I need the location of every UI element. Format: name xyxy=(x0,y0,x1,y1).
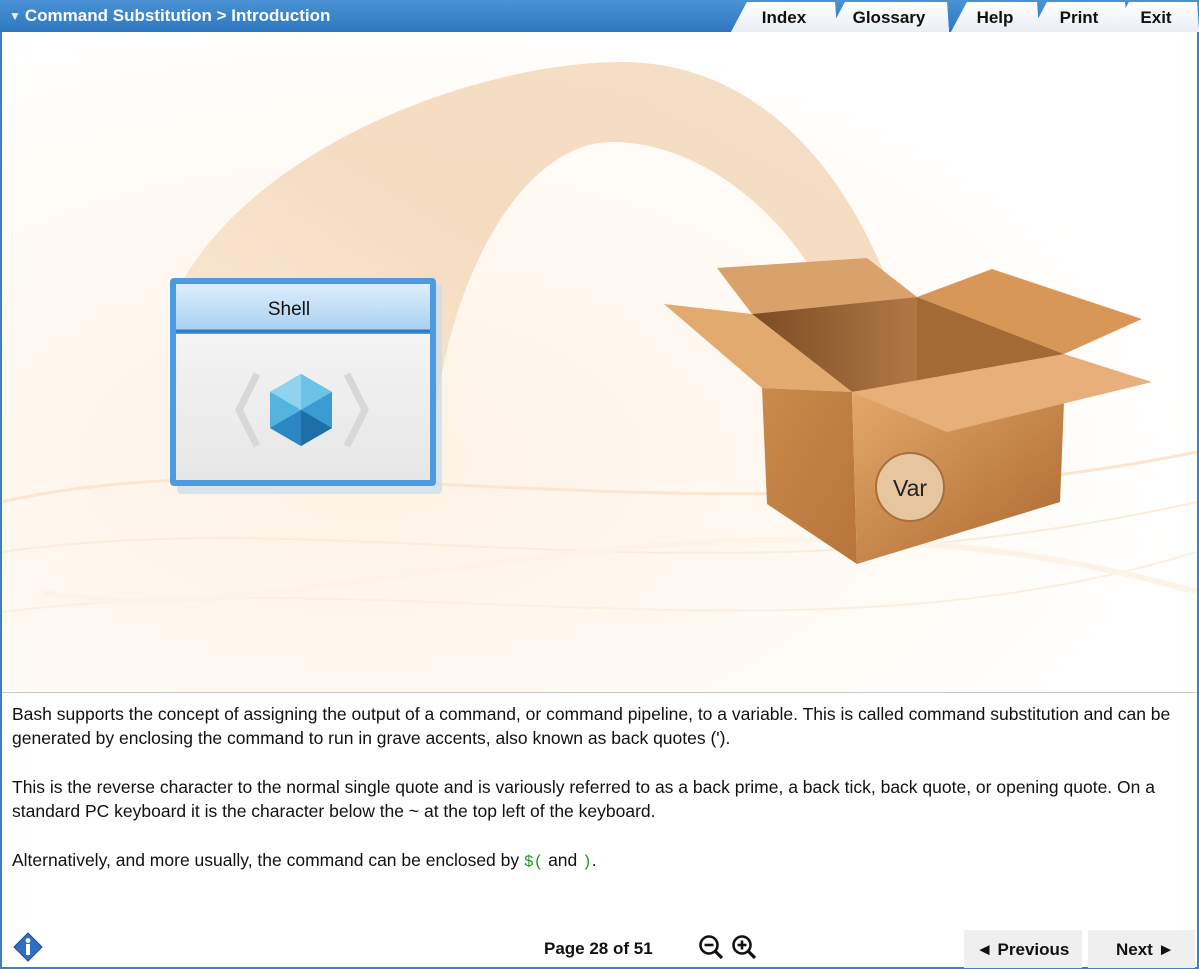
tab-help-label: Help xyxy=(976,8,1014,27)
tab-index[interactable]: Index xyxy=(731,2,837,32)
tab-print-label: Print xyxy=(1059,8,1099,27)
breadcrumb[interactable]: ▼ Command Substitution > Introduction xyxy=(9,6,330,26)
illustration-art: Shell Var xyxy=(2,32,1197,692)
previous-label: ◄ Previous xyxy=(976,940,1070,959)
tab-glossary-label: Glossary xyxy=(852,8,926,27)
paragraph-3-prefix: Alternatively, and more usually, the com… xyxy=(12,850,520,870)
lesson-text: Bash supports the concept of assigning t… xyxy=(12,702,1182,899)
content-divider xyxy=(2,692,1197,693)
paragraph-2: This is the reverse character to the nor… xyxy=(12,777,1155,821)
tab-print[interactable]: Print xyxy=(1031,2,1127,32)
zoom-in-icon[interactable] xyxy=(731,934,757,960)
code-open: $( xyxy=(524,853,544,871)
page-indicator: Page 28 of 51 xyxy=(544,939,653,958)
paragraph-1: Bash supports the concept of assigning t… xyxy=(12,704,1171,748)
tab-exit-label: Exit xyxy=(1140,8,1172,27)
collapse-triangle-icon[interactable]: ▼ xyxy=(9,9,21,23)
next-button[interactable]: Next ► xyxy=(1088,930,1195,968)
info-icon[interactable] xyxy=(13,932,43,962)
paragraph-3: Alternatively, and more usually, the com… xyxy=(12,848,1182,874)
zoom-out-icon[interactable] xyxy=(698,934,724,960)
breadcrumb-text: Command Substitution > Introduction xyxy=(24,6,331,25)
previous-button[interactable]: ◄ Previous xyxy=(964,930,1082,968)
paragraph-3-mid: and xyxy=(548,850,578,870)
illustration: Shell Var xyxy=(2,32,1197,692)
next-label: Next ► xyxy=(1116,940,1175,959)
title-bar: ▼ Command Substitution > Introduction In… xyxy=(0,0,1199,32)
var-label: Var xyxy=(893,475,927,501)
paragraph-3-suffix: . xyxy=(591,850,597,870)
code-close: ) xyxy=(582,853,592,871)
tab-glossary[interactable]: Glossary xyxy=(829,2,949,32)
tab-index-label: Index xyxy=(761,8,807,27)
tab-exit[interactable]: Exit xyxy=(1113,2,1199,32)
shell-label: Shell xyxy=(268,299,310,320)
tab-help[interactable]: Help xyxy=(951,2,1039,32)
